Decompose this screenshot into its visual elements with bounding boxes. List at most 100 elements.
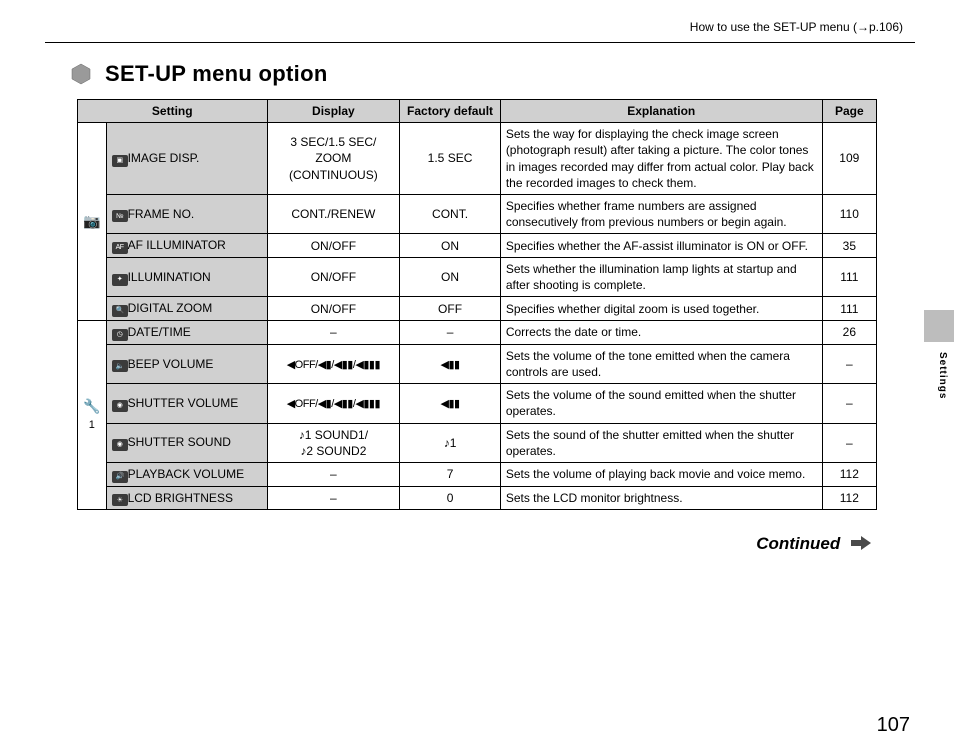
- hexagon-icon: [71, 63, 91, 85]
- setting-icon: 🔊: [112, 471, 128, 483]
- setting-name: DIGITAL ZOOM: [128, 301, 213, 315]
- category-camera-icon: 📷: [78, 123, 107, 321]
- table-row: 🔊PLAYBACK VOLUME–7Sets the volume of pla…: [78, 462, 877, 486]
- default-cell: ◀▮▮: [400, 344, 501, 383]
- setting-icon: ▣: [112, 155, 128, 167]
- setting-cell: №FRAME NO.: [106, 194, 267, 233]
- table-row: 📷▣IMAGE DISP.3 SEC/1.5 SEC/ZOOM (CONTINU…: [78, 123, 877, 195]
- col-display: Display: [267, 100, 400, 123]
- page-cell: –: [822, 384, 876, 423]
- default-cell: 1.5 SEC: [400, 123, 501, 195]
- explanation-cell: Sets whether the illumination lamp light…: [500, 258, 822, 297]
- explanation-cell: Sets the volume of playing back movie an…: [500, 462, 822, 486]
- page-cell: 112: [822, 462, 876, 486]
- default-cell: ◀▮▮: [400, 384, 501, 423]
- default-cell: CONT.: [400, 194, 501, 233]
- display-cell: –: [267, 486, 400, 510]
- table-row: №FRAME NO.CONT./RENEWCONT.Specifies whet…: [78, 194, 877, 233]
- display-cell: ◀OFF/◀▮/◀▮▮/◀▮▮▮: [267, 344, 400, 383]
- page-cell: 110: [822, 194, 876, 233]
- side-label-settings: Settings: [937, 352, 948, 399]
- side-tab: [924, 310, 954, 342]
- display-cell: ◀OFF/◀▮/◀▮▮/◀▮▮▮: [267, 384, 400, 423]
- col-default: Factory default: [400, 100, 501, 123]
- arrow-right-icon: [851, 535, 871, 555]
- explanation-cell: Specifies whether the AF-assist illumina…: [500, 234, 822, 258]
- explanation-cell: Specifies whether digital zoom is used t…: [500, 297, 822, 321]
- setting-name: PLAYBACK VOLUME: [128, 467, 244, 481]
- default-cell: –: [400, 321, 501, 345]
- page-cell: 111: [822, 297, 876, 321]
- setting-cell: ◉SHUTTER VOLUME: [106, 384, 267, 423]
- setting-cell: ▣IMAGE DISP.: [106, 123, 267, 195]
- table-row: 🔈BEEP VOLUME◀OFF/◀▮/◀▮▮/◀▮▮▮◀▮▮Sets the …: [78, 344, 877, 383]
- setting-name: DATE/TIME: [128, 325, 191, 339]
- page-cell: 26: [822, 321, 876, 345]
- setting-name: SHUTTER VOLUME: [128, 396, 239, 410]
- setting-name: FRAME NO.: [128, 207, 195, 221]
- page-cell: 35: [822, 234, 876, 258]
- setting-name: SHUTTER SOUND: [128, 435, 231, 449]
- setting-cell: ✦ILLUMINATION: [106, 258, 267, 297]
- setting-cell: 🔍DIGITAL ZOOM: [106, 297, 267, 321]
- table-row: ☀LCD BRIGHTNESS–0Sets the LCD monitor br…: [78, 486, 877, 510]
- explanation-cell: Sets the LCD monitor brightness.: [500, 486, 822, 510]
- page-cell: 109: [822, 123, 876, 195]
- default-cell: 7: [400, 462, 501, 486]
- setting-icon: ◉: [112, 400, 128, 412]
- display-cell: –: [267, 462, 400, 486]
- explanation-cell: Sets the way for displaying the check im…: [500, 123, 822, 195]
- header-reference: How to use the SET-UP menu (→p.106): [45, 20, 915, 34]
- display-cell: 3 SEC/1.5 SEC/ZOOM (CONTINUOUS): [267, 123, 400, 195]
- setting-icon: №: [112, 210, 128, 222]
- setting-cell: 🔊PLAYBACK VOLUME: [106, 462, 267, 486]
- explanation-cell: Sets the volume of the tone emitted when…: [500, 344, 822, 383]
- default-cell: 0: [400, 486, 501, 510]
- col-explanation: Explanation: [500, 100, 822, 123]
- setting-icon: ◉: [112, 439, 128, 451]
- explanation-cell: Corrects the date or time.: [500, 321, 822, 345]
- setting-name: IMAGE DISP.: [128, 151, 200, 165]
- setting-icon: ◷: [112, 329, 128, 341]
- col-setting: Setting: [78, 100, 268, 123]
- explanation-cell: Sets the volume of the sound emitted whe…: [500, 384, 822, 423]
- display-cell: CONT./RENEW: [267, 194, 400, 233]
- explanation-cell: Sets the sound of the shutter emitted wh…: [500, 423, 822, 462]
- table-row: 🔍DIGITAL ZOOMON/OFFOFFSpecifies whether …: [78, 297, 877, 321]
- continued-label: Continued: [45, 534, 871, 555]
- setup-menu-table: Setting Display Factory default Explanat…: [77, 99, 877, 510]
- table-row: ◉SHUTTER VOLUME◀OFF/◀▮/◀▮▮/◀▮▮▮◀▮▮Sets t…: [78, 384, 877, 423]
- explanation-cell: Specifies whether frame numbers are assi…: [500, 194, 822, 233]
- setting-name: AF ILLUMINATOR: [128, 238, 226, 252]
- page-title: SET-UP menu option: [105, 61, 328, 87]
- page-number: 107: [877, 714, 910, 737]
- default-cell: ON: [400, 258, 501, 297]
- setting-cell: ◷DATE/TIME: [106, 321, 267, 345]
- page-cell: 112: [822, 486, 876, 510]
- setting-cell: ◉SHUTTER SOUND: [106, 423, 267, 462]
- display-cell: –: [267, 321, 400, 345]
- setting-icon: 🔍: [112, 305, 128, 317]
- setting-name: ILLUMINATION: [128, 270, 211, 284]
- setting-name: BEEP VOLUME: [128, 357, 214, 371]
- table-row: ◉SHUTTER SOUND♪1 SOUND1/♪2 SOUND2♪1Sets …: [78, 423, 877, 462]
- setting-icon: AF: [112, 242, 128, 254]
- default-cell: ♪1: [400, 423, 501, 462]
- setting-cell: ☀LCD BRIGHTNESS: [106, 486, 267, 510]
- category-wrench-icon: 🔧1: [78, 321, 107, 510]
- setting-cell: AFAF ILLUMINATOR: [106, 234, 267, 258]
- table-header-row: Setting Display Factory default Explanat…: [78, 100, 877, 123]
- display-cell: ON/OFF: [267, 258, 400, 297]
- display-cell: ON/OFF: [267, 297, 400, 321]
- page-cell: –: [822, 344, 876, 383]
- page-cell: –: [822, 423, 876, 462]
- setting-cell: 🔈BEEP VOLUME: [106, 344, 267, 383]
- page-cell: 111: [822, 258, 876, 297]
- setting-name: LCD BRIGHTNESS: [128, 491, 233, 505]
- setting-icon: 🔈: [112, 360, 128, 372]
- table-row: AFAF ILLUMINATORON/OFFONSpecifies whethe…: [78, 234, 877, 258]
- table-row: ✦ILLUMINATIONON/OFFONSets whether the il…: [78, 258, 877, 297]
- divider: [45, 42, 915, 43]
- default-cell: ON: [400, 234, 501, 258]
- setting-icon: ☀: [112, 494, 128, 506]
